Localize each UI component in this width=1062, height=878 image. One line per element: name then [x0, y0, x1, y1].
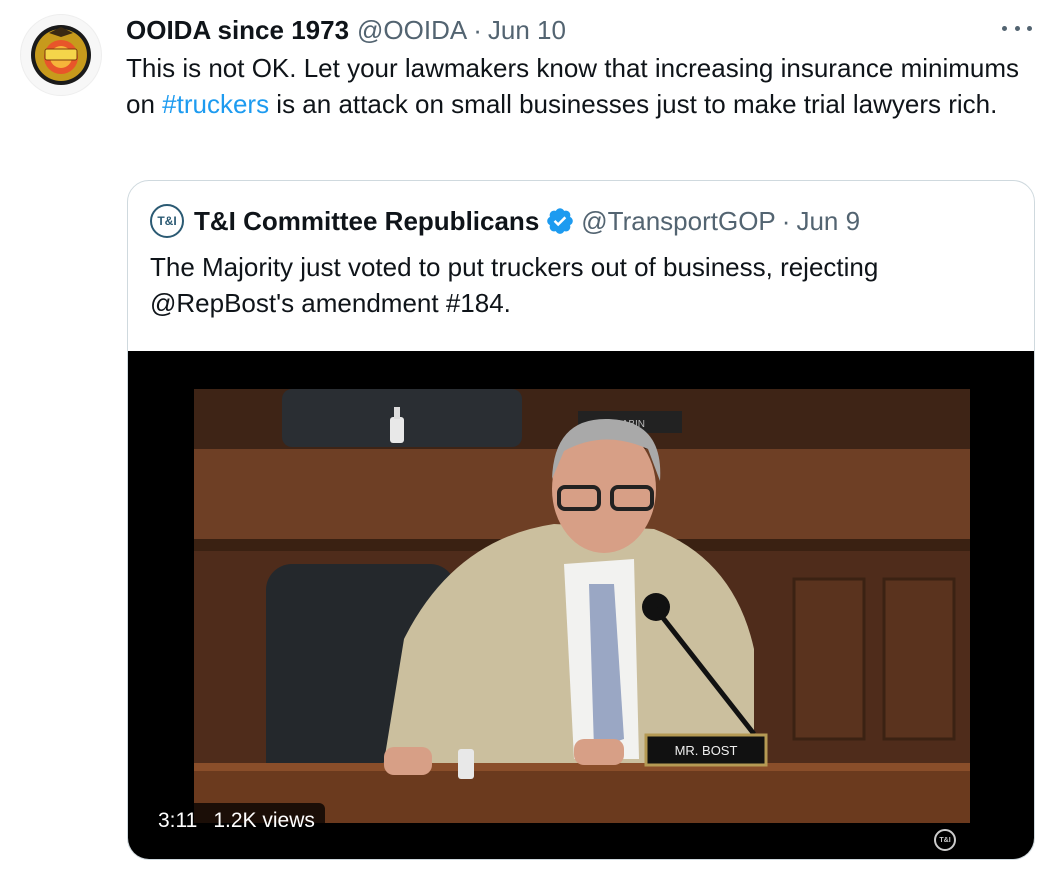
tweet-date[interactable]: Jun 10: [488, 15, 566, 46]
quoted-tweet-text: The Majority just voted to put truckers …: [150, 252, 879, 318]
ellipsis-icon[interactable]: [1002, 18, 1032, 38]
separator-dot: ·: [473, 14, 482, 45]
ti-watermark-icon: T&I: [934, 829, 956, 851]
tweet-header: OOIDA since 1973 @OOIDA · Jun 10: [126, 12, 566, 48]
user-handle[interactable]: @OOIDA: [357, 15, 467, 46]
video-frame[interactable]: BABIN: [194, 389, 970, 823]
hashtag-link[interactable]: #truckers: [162, 89, 269, 119]
display-name[interactable]: OOIDA since 1973: [126, 15, 349, 46]
quoted-tweet-header: T&I T&I Committee Republicans @Transport…: [150, 203, 860, 239]
quoted-display-name[interactable]: T&I Committee Republicans: [194, 206, 539, 237]
ooida-logo-icon: [31, 25, 91, 85]
quoted-tweet[interactable]: T&I T&I Committee Republicans @Transport…: [127, 180, 1035, 860]
video-thumbnail-image: BABIN: [194, 389, 970, 823]
verified-badge-icon: [547, 208, 574, 234]
tweet-text: This is not OK. Let your lawmakers know …: [126, 50, 1036, 122]
ooida-avatar[interactable]: [20, 14, 102, 96]
tweet[interactable]: OOIDA since 1973 @OOIDA · Jun 10 This is…: [0, 0, 1062, 878]
quoted-user-handle[interactable]: @TransportGOP: [581, 206, 775, 237]
tweet-text-part: is an attack on small businesses just to…: [269, 89, 998, 119]
transportgop-avatar[interactable]: T&I: [150, 204, 184, 238]
video-stats-badge: 3:11 1.2K views: [148, 803, 325, 839]
quoted-tweet-date[interactable]: Jun 9: [796, 206, 860, 237]
nameplate-text: MR. BOST: [675, 743, 738, 758]
video-duration: 3:11: [158, 809, 198, 832]
video-views: 1.2K views: [213, 809, 315, 832]
video-player[interactable]: BABIN: [128, 351, 1034, 859]
separator-dot: ·: [781, 205, 791, 236]
